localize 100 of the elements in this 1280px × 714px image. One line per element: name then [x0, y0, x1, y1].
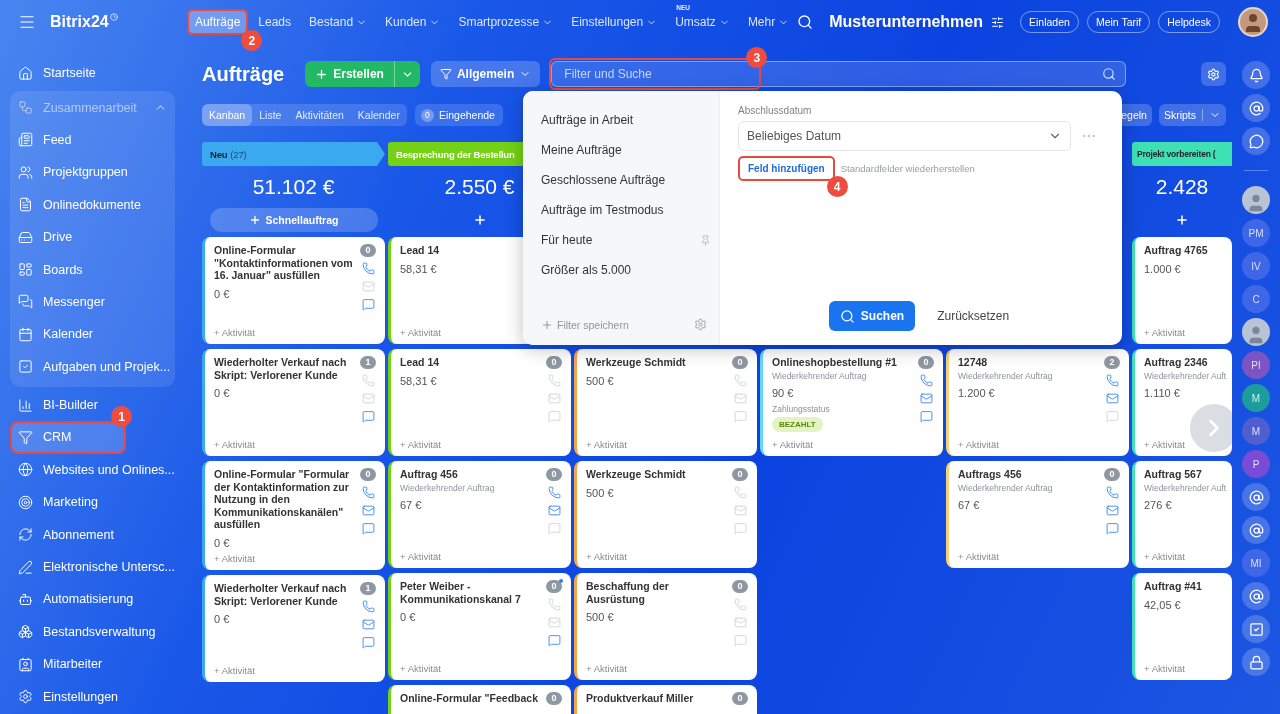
user-avatar[interactable]: P — [1242, 450, 1270, 478]
mail-icon[interactable] — [361, 617, 375, 631]
rail-button[interactable] — [1242, 582, 1270, 610]
nav-tab[interactable]: Mehr — [739, 9, 798, 35]
phone-icon[interactable] — [361, 262, 375, 275]
sidebar-item[interactable]: Feed — [10, 123, 80, 157]
user-avatar[interactable]: M — [1242, 417, 1270, 445]
toolbar-button[interactable]: Skripts — [1158, 104, 1226, 126]
deal-card[interactable]: Auftrag 4765 1.000 € + Aktivität — [1132, 237, 1232, 344]
deal-card[interactable]: Auftrag 456 Wiederkehrender Auftrag 67 € 0 + Aktivität — [388, 461, 571, 568]
rail-button[interactable] — [1242, 127, 1270, 155]
deal-card[interactable]: Lead 14 58,31 € 0 + Aktivität — [388, 349, 571, 456]
counter-chip[interactable]: 0 Eingehende — [414, 104, 503, 126]
deal-card[interactable]: Werkzeuge Schmidt 500 € 0 + Aktivität — [574, 349, 757, 456]
phone-icon[interactable] — [361, 599, 375, 613]
add-activity-link[interactable]: + Aktivität — [958, 551, 999, 562]
avatar[interactable] — [1238, 7, 1268, 37]
add-activity-link[interactable]: + Aktivität — [400, 663, 441, 674]
reset-button[interactable]: Zurücksetzen — [933, 305, 1014, 327]
add-activity-link[interactable]: + Aktivität — [214, 327, 255, 338]
avatar[interactable] — [1242, 318, 1270, 346]
mail-icon[interactable] — [361, 504, 375, 517]
search-button[interactable]: Suchen — [828, 301, 916, 331]
deal-card[interactable]: Online-Formular "Formular der Kontaktinformation zur Nutzung in den Kommunikationskanälen" ausfüllen 0 € 0 + Aktivität — [202, 461, 385, 570]
nav-tab[interactable]: Kunden — [377, 9, 449, 35]
chat-icon[interactable] — [919, 410, 933, 423]
sidebar-item[interactable]: BI-Builder — [10, 388, 106, 422]
sidebar-item[interactable]: Abonnement — [10, 518, 122, 551]
sidebar-item[interactable]: Drive — [10, 220, 81, 254]
avatar[interactable] — [1242, 186, 1270, 214]
chat-icon[interactable] — [361, 522, 375, 535]
sidebar-item[interactable]: Bestandsverwaltung — [10, 615, 164, 649]
rail-button[interactable] — [1242, 648, 1270, 676]
search-icon[interactable] — [797, 14, 814, 30]
user-avatar[interactable]: PM — [1242, 219, 1270, 247]
deal-card[interactable]: Peter Weiber - Kommunikationskanal 7 0 € 0 + Aktivität — [388, 573, 571, 680]
add-activity-link[interactable]: + Aktivität — [586, 439, 627, 450]
create-button[interactable]: Erstellen — [305, 61, 394, 87]
add-activity-link[interactable]: + Aktivität — [400, 439, 441, 450]
nav-tab[interactable]: Aufträge — [186, 9, 249, 35]
add-button[interactable] — [1175, 213, 1189, 227]
sidebar-item[interactable]: Websites und Onlines... — [10, 453, 183, 487]
sidebar-item[interactable]: Mitarbeiter — [10, 648, 111, 681]
phone-icon[interactable] — [361, 486, 375, 499]
add-activity-link[interactable]: + Aktivität — [958, 439, 999, 450]
add-activity-link[interactable]: + Aktivität — [1144, 551, 1185, 562]
view-tab[interactable]: Kanban — [202, 104, 253, 126]
sidebar-item[interactable]: Onlinedokumente — [10, 188, 149, 221]
filter-preset[interactable]: Geschlossene Aufträge — [541, 165, 711, 195]
chat-icon[interactable] — [1105, 522, 1119, 535]
add-activity-link[interactable]: + Aktivität — [772, 439, 813, 450]
add-activity-link[interactable]: + Aktivität — [1144, 663, 1185, 674]
sidebar-item[interactable]: Kalender — [10, 318, 102, 351]
sidebar-item[interactable]: Marketing — [10, 486, 106, 519]
stage-header[interactable]: Neu (27) — [202, 142, 385, 166]
add-activity-link[interactable]: + Aktivität — [586, 551, 627, 562]
sidebar-item[interactable]: Automatisierung — [10, 583, 142, 616]
filter-preset[interactable]: Aufträge in Arbeit — [541, 105, 711, 135]
deal-card[interactable]: Wiederholter Verkauf nach Skript: Verlorener Kunde 0 € 1 + Aktivität — [202, 349, 385, 456]
chat-icon[interactable] — [547, 634, 561, 647]
deal-card[interactable]: Online-Formular "Kontaktinformationen vom 16. Januar" ausfüllen 0 € 0 + Aktivität — [202, 237, 385, 344]
date-select[interactable]: Beliebiges Datum — [738, 121, 1071, 151]
settings-icon[interactable] — [694, 318, 707, 331]
add-activity-link[interactable]: + Aktivität — [1144, 439, 1185, 450]
deal-card[interactable]: Auftrags 456 Wiederkehrender Auftrag 67 € 0 + Aktivität — [946, 461, 1129, 568]
menu-icon[interactable] — [18, 13, 36, 31]
add-activity-link[interactable]: + Aktivität — [1144, 327, 1185, 338]
create-menu-button[interactable] — [393, 61, 420, 87]
nav-tab[interactable]: Einstellungen — [563, 9, 666, 35]
sliders-icon[interactable] — [991, 15, 1004, 29]
sidebar-item[interactable]: Startseite — [10, 57, 104, 90]
sidebar-item[interactable]: Projektgruppen — [10, 156, 136, 189]
phone-icon[interactable] — [547, 486, 561, 499]
add-activity-link[interactable]: + Aktivität — [400, 327, 441, 338]
user-avatar[interactable]: C — [1242, 285, 1270, 313]
mail-icon[interactable] — [1105, 504, 1119, 517]
restore-fields-link[interactable]: Standardfelder wiederherstellen — [840, 163, 975, 174]
deal-card[interactable]: Werkzeuge Schmidt 500 € 0 + Aktivität — [574, 461, 757, 568]
rail-button[interactable] — [1242, 94, 1270, 122]
sidebar-item[interactable]: Boards — [10, 253, 91, 286]
mail-icon[interactable] — [547, 504, 561, 517]
rail-button[interactable] — [1242, 615, 1270, 643]
deal-card[interactable]: Onlineshopbestellung #1 Wiederkehrender Auftrag 90 € Zahlungsstatus BEZAHLT 0 + Aktivität — [760, 349, 943, 456]
add-activity-link[interactable]: + Aktivität — [214, 664, 255, 676]
deal-card[interactable]: 12748 Wiederkehrender Auftrag 1.200 € 2 + Aktivität — [946, 349, 1129, 456]
phone-icon[interactable] — [1105, 374, 1119, 387]
rail-button[interactable] — [1242, 483, 1270, 511]
chat-icon[interactable] — [361, 298, 375, 311]
add-activity-link[interactable]: + Aktivität — [586, 663, 627, 674]
deal-card[interactable]: Auftrag 567 Wiederkehrender Auft 276 € + Aktivität — [1132, 461, 1232, 568]
view-tab[interactable]: Aktivitäten — [288, 104, 351, 126]
mail-icon[interactable] — [919, 392, 933, 405]
deal-card[interactable]: Online-Formular "Feedback 0 — [388, 685, 571, 714]
quick-add-button[interactable]: Schnellauftrag — [209, 208, 378, 232]
view-tab[interactable]: Kalender — [350, 104, 407, 126]
add-activity-link[interactable]: + Aktivität — [214, 439, 255, 450]
nav-tab[interactable]: Smartprozesse — [450, 9, 562, 35]
rail-button[interactable] — [1242, 61, 1270, 89]
sidebar-item[interactable]: Messenger — [10, 285, 113, 319]
company-name[interactable]: Musterunternehmen — [829, 13, 983, 31]
